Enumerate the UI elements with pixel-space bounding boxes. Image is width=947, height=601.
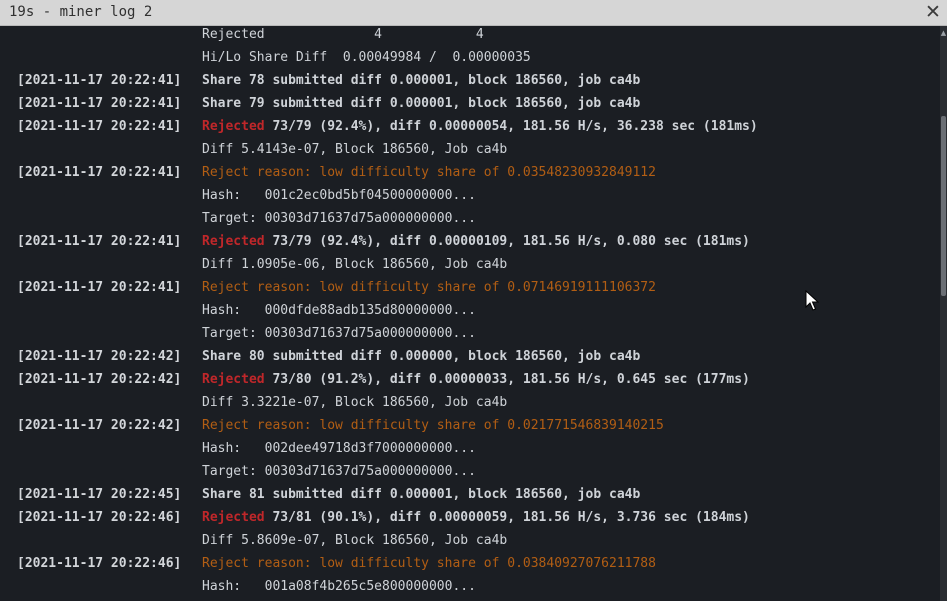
reject-reason-text: Reject reason: low difficulty share of 0… <box>202 556 656 571</box>
log-message-text: 73/79 (92.4%), diff 0.00000054, 181.56 H… <box>264 119 758 134</box>
rejected-label: Rejected <box>202 119 265 134</box>
rejected-label: Rejected <box>202 234 265 249</box>
log-message-text: Share 81 submitted diff 0.000001, block … <box>202 487 641 502</box>
log-message-text: Diff 5.8609e-07, Block 186560, Job ca4b <box>202 533 508 548</box>
log-message: Diff 5.4143e-07, Block 186560, Job ca4b <box>202 140 507 159</box>
log-line: [2021-11-17 20:22:41] Rejected 73/79 (92.… <box>17 117 758 140</box>
log-timestamp: [2021-11-17 20:22:41] <box>17 73 182 88</box>
log-line: [2021-11-17 20:22:42] Rejected 73/80 (91.… <box>17 370 750 393</box>
log-message-text: Target: 00303d71637d75a000000000... <box>202 211 476 226</box>
log-message: Hash: 001a08f4b265c5e800000000... <box>202 577 476 596</box>
log-message: Share 78 submitted diff 0.000001, block … <box>202 71 640 90</box>
log-message-text: Hi/Lo Share Diff 0.00049984 / 0.00000035 <box>202 50 531 65</box>
log-message-text: Diff 5.4143e-07, Block 186560, Job ca4b <box>202 142 508 157</box>
log-timestamp: [2021-11-17 20:22:42] <box>17 372 182 387</box>
log-message-text: 73/79 (92.4%), diff 0.00000109, 181.56 H… <box>264 234 750 249</box>
scrollbar-thumb[interactable] <box>941 116 946 296</box>
log-timestamp: [2021-11-17 20:22:46] <box>17 510 182 525</box>
log-message: Hash: 001c2ec0bd5bf04500000000... <box>202 186 476 205</box>
log-line: [2021-11-17 20:22:46] Rejected 73/81 (90.… <box>17 508 750 531</box>
log-message: Rejected 73/79 (92.4%), diff 0.00000054,… <box>202 117 758 136</box>
close-icon[interactable]: ✕ <box>923 2 943 22</box>
log-line: [2021-11-17 20:22:41] Rejected 73/79 (92.… <box>17 232 750 255</box>
window-title: 19s - miner log 2 <box>9 4 153 20</box>
log-message-text: Hash: 001c2ec0bd5bf04500000000... <box>202 188 476 203</box>
log-message-text: Share 79 submitted diff 0.000001, block … <box>202 96 641 111</box>
log-message-text: 73/80 (91.2%), diff 0.00000033, 181.56 H… <box>264 372 750 387</box>
log-message: Share 81 submitted diff 0.000001, block … <box>202 485 640 504</box>
log-message: Hash: 000dfde88adb135d80000000... <box>202 301 476 320</box>
reject-reason-text: Reject reason: low difficulty share of 0… <box>202 165 656 180</box>
log-line: [2021-11-17 20:22:45] Share 81 submitted … <box>17 485 640 508</box>
vertical-scrollbar[interactable] <box>940 26 947 601</box>
log-message-text: 73/81 (90.1%), diff 0.00000059, 181.56 H… <box>264 510 750 525</box>
log-message-text: Diff 3.3221e-07, Block 186560, Job ca4b <box>202 395 508 410</box>
log-message: Target: 00303d71637d75a000000000... <box>202 209 476 228</box>
scroll-up-arrow-icon[interactable]: ▲ <box>940 27 947 39</box>
log-message: Rejected 73/79 (92.4%), diff 0.00000109,… <box>202 232 750 251</box>
log-line: [2021-11-17 20:22:41] Share 78 submitted … <box>17 71 640 94</box>
log-line: [2021-11-17 20:22:42] Reject reason: low … <box>17 416 664 439</box>
log-line: [2021-11-17 20:22:42] Share 80 submitted … <box>17 347 640 370</box>
log-message: Target: 00303d71637d75a000000000... <box>202 324 476 343</box>
log-message: Reject reason: low difficulty share of 0… <box>202 416 664 435</box>
log-timestamp: [2021-11-17 20:22:41] <box>17 234 182 249</box>
log-message: Hi/Lo Share Diff 0.00049984 / 0.00000035 <box>202 48 531 67</box>
log-line: [2021-11-17 20:22:41] Reject reason: low … <box>17 278 656 301</box>
log-message: Rejected 73/81 (90.1%), diff 0.00000059,… <box>202 508 750 527</box>
log-message-text: Share 80 submitted diff 0.000000, block … <box>202 349 641 364</box>
window-titlebar[interactable]: 19s - miner log 2 ✕ <box>0 0 947 26</box>
mouse-pointer-icon <box>805 290 819 311</box>
log-message: Diff 5.8609e-07, Block 186560, Job ca4b <box>202 531 507 550</box>
log-message: Rejected 4 4 <box>202 26 484 44</box>
log-line: [2021-11-17 20:22:46] Reject reason: low … <box>17 554 656 577</box>
log-message-text: Hash: 002dee49718d3f7000000000... <box>202 441 476 456</box>
reject-reason-text: Reject reason: low difficulty share of 0… <box>202 418 664 433</box>
log-line: [2021-11-17 20:22:41] Reject reason: low … <box>17 163 656 186</box>
log-message: Diff 3.3221e-07, Block 186560, Job ca4b <box>202 393 507 412</box>
log-timestamp: [2021-11-17 20:22:45] <box>17 487 182 502</box>
log-message: Reject reason: low difficulty share of 0… <box>202 163 656 182</box>
log-message: Rejected 73/80 (91.2%), diff 0.00000033,… <box>202 370 750 389</box>
log-message: Reject reason: low difficulty share of 0… <box>202 278 656 297</box>
log-console[interactable]: Rejected 4 4 Hi/Lo Share Diff 0.00049984 … <box>0 26 940 601</box>
log-timestamp: [2021-11-17 20:22:42] <box>17 418 182 433</box>
reject-reason-text: Reject reason: low difficulty share of 0… <box>202 280 656 295</box>
log-timestamp: [2021-11-17 20:22:42] <box>17 349 182 364</box>
log-timestamp: [2021-11-17 20:22:41] <box>17 119 182 134</box>
log-message: Diff 1.0905e-06, Block 186560, Job ca4b <box>202 255 507 274</box>
log-timestamp: [2021-11-17 20:22:41] <box>17 280 182 295</box>
log-message: Share 79 submitted diff 0.000001, block … <box>202 94 640 113</box>
log-message-text: Target: 00303d71637d75a000000000... <box>202 464 476 479</box>
log-message: Target: 00303d71637d75a000000000... <box>202 462 476 481</box>
log-message: Hash: 002dee49718d3f7000000000... <box>202 439 476 458</box>
rejected-label: Rejected <box>202 510 265 525</box>
log-message-text: Hash: 000dfde88adb135d80000000... <box>202 303 476 318</box>
log-message-text: Diff 1.0905e-06, Block 186560, Job ca4b <box>202 257 508 272</box>
log-message: Reject reason: low difficulty share of 0… <box>202 554 656 573</box>
log-timestamp: [2021-11-17 20:22:46] <box>17 556 182 571</box>
rejected-label: Rejected <box>202 372 265 387</box>
log-line: [2021-11-17 20:22:41] Share 79 submitted … <box>17 94 640 117</box>
log-message-text: Rejected 4 4 <box>202 27 484 42</box>
log-message-text: Hash: 001a08f4b265c5e800000000... <box>202 579 476 594</box>
log-message: Share 80 submitted diff 0.000000, block … <box>202 347 640 366</box>
log-timestamp: [2021-11-17 20:22:41] <box>17 165 182 180</box>
log-timestamp: [2021-11-17 20:22:41] <box>17 96 182 111</box>
log-message-text: Target: 00303d71637d75a000000000... <box>202 326 476 341</box>
log-message-text: Share 78 submitted diff 0.000001, block … <box>202 73 641 88</box>
